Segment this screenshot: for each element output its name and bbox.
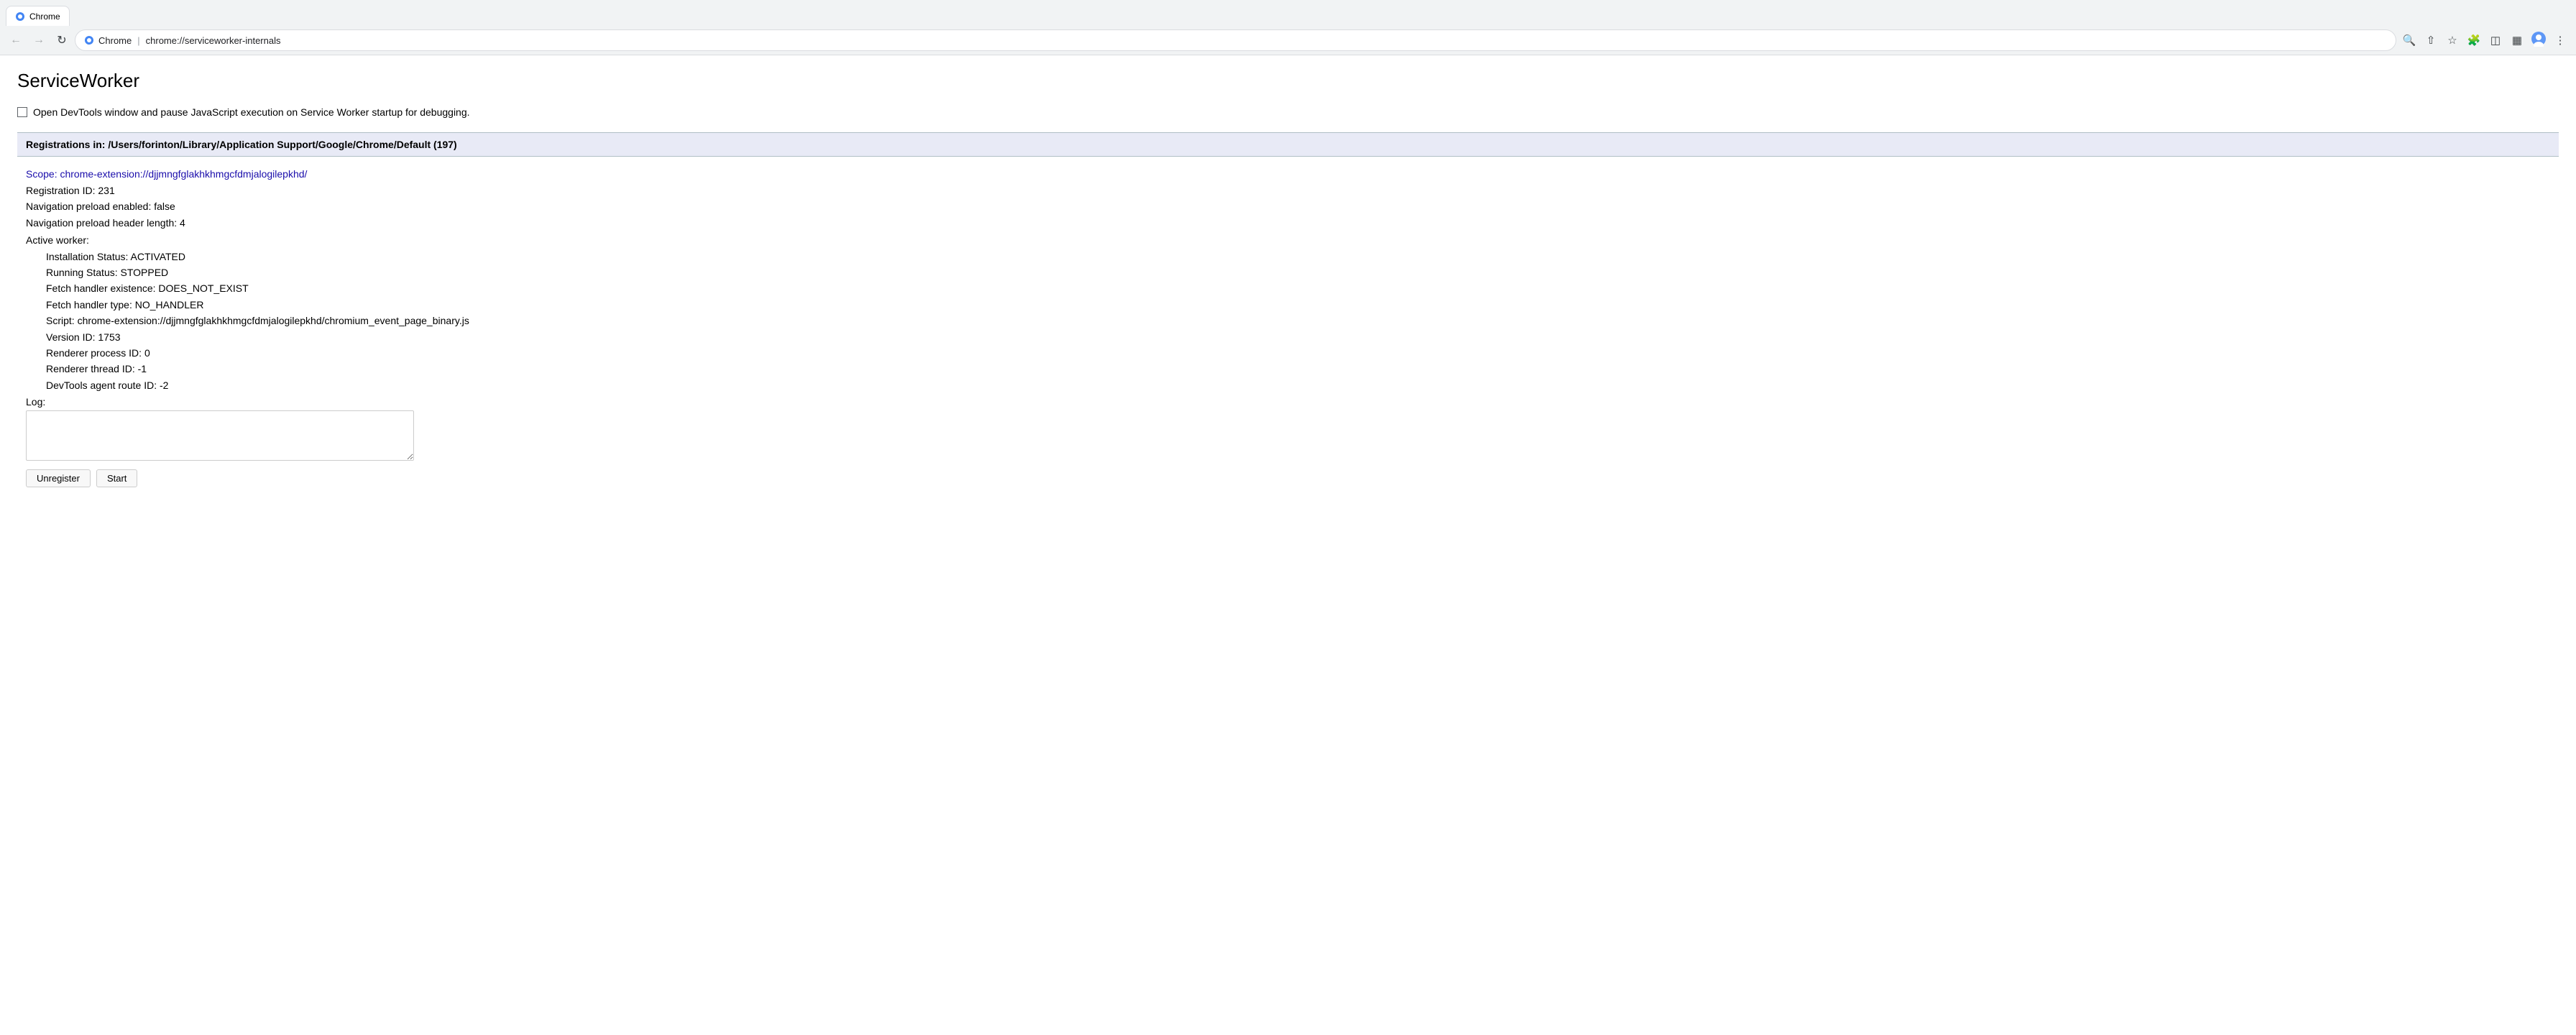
address-bar[interactable]: Chrome | chrome://serviceworker-internal… — [75, 29, 2396, 51]
window-button[interactable]: ▦ — [2507, 30, 2527, 50]
nav-preload-enabled-line: Navigation preload enabled: false — [26, 198, 2550, 214]
profile-icon — [2531, 31, 2547, 50]
cast-icon: ◫ — [2490, 34, 2501, 47]
active-worker-section: Active worker: Installation Status: ACTI… — [26, 232, 2550, 393]
forward-button[interactable]: → — [29, 30, 49, 50]
running-status-line: Running Status: STOPPED — [46, 264, 2550, 280]
cast-button[interactable]: ◫ — [2485, 30, 2506, 50]
puzzle-icon: 🧩 — [2467, 34, 2481, 47]
log-label: Log: — [26, 396, 2550, 408]
devtools-checkbox-row: Open DevTools window and pause JavaScrip… — [17, 106, 2559, 118]
unregister-button[interactable]: Unregister — [26, 469, 91, 487]
devtools-checkbox[interactable] — [17, 107, 27, 117]
registrations-header: Registrations in: /Users/forinton/Librar… — [17, 132, 2559, 157]
address-site-name: Chrome — [98, 35, 132, 46]
menu-icon: ⋮ — [2555, 34, 2566, 47]
active-worker-label: Active worker: — [26, 232, 2550, 248]
window-icon: ▦ — [2512, 34, 2522, 47]
extensions-button[interactable]: 🧩 — [2464, 30, 2484, 50]
forward-icon: → — [33, 34, 45, 47]
search-button[interactable]: 🔍 — [2399, 30, 2419, 50]
browser-tab[interactable]: Chrome — [6, 6, 70, 26]
registration-id-line: Registration ID: 231 — [26, 183, 2550, 198]
script-line: Script: chrome-extension://djjmngfglakhk… — [46, 313, 2550, 328]
devtools-checkbox-label: Open DevTools window and pause JavaScrip… — [33, 106, 470, 118]
registration-block: Scope: chrome-extension://djjmngfglakhkh… — [17, 168, 2559, 487]
toolbar-right: 🔍 ⇧ ☆ 🧩 ◫ ▦ — [2399, 30, 2570, 50]
back-button[interactable]: ← — [6, 30, 26, 50]
page-content: ServiceWorker Open DevTools window and p… — [0, 55, 2576, 502]
profile-button[interactable] — [2529, 30, 2549, 50]
reload-icon: ↻ — [57, 33, 66, 47]
log-textarea[interactable] — [26, 410, 414, 461]
menu-button[interactable]: ⋮ — [2550, 30, 2570, 50]
fetch-handler-existence-line: Fetch handler existence: DOES_NOT_EXIST — [46, 280, 2550, 296]
renderer-thread-id-line: Renderer thread ID: -1 — [46, 361, 2550, 377]
star-icon: ☆ — [2447, 34, 2457, 47]
reload-button[interactable]: ↻ — [52, 30, 72, 50]
installation-status-line: Installation Status: ACTIVATED — [46, 249, 2550, 264]
fetch-handler-type-line: Fetch handler type: NO_HANDLER — [46, 297, 2550, 313]
navbar: ← → ↻ Chrome | chrome://serviceworker-in… — [0, 26, 2576, 55]
worker-details: Installation Status: ACTIVATED Running S… — [46, 249, 2550, 394]
scope-link[interactable]: Scope: chrome-extension://djjmngfglakhkh… — [26, 168, 2550, 180]
button-row: Unregister Start — [26, 469, 2550, 487]
back-icon: ← — [10, 34, 22, 47]
tab-bar: Chrome — [0, 0, 2576, 26]
search-icon: 🔍 — [2403, 34, 2416, 47]
version-id-line: Version ID: 1753 — [46, 329, 2550, 345]
address-separator: | — [137, 35, 139, 46]
share-icon: ⇧ — [2426, 34, 2436, 47]
address-favicon-icon — [84, 35, 94, 45]
bookmark-button[interactable]: ☆ — [2442, 30, 2462, 50]
browser-chrome: Chrome ← → ↻ Chrome | chrome://servicewo… — [0, 0, 2576, 55]
tab-label: Chrome — [29, 12, 60, 22]
devtools-agent-route-id-line: DevTools agent route ID: -2 — [46, 377, 2550, 393]
address-url: chrome://serviceworker-internals — [146, 35, 281, 46]
page-title: ServiceWorker — [17, 70, 2559, 92]
share-button[interactable]: ⇧ — [2421, 30, 2441, 50]
tab-favicon-icon — [15, 12, 25, 22]
nav-preload-header-length-line: Navigation preload header length: 4 — [26, 215, 2550, 231]
renderer-process-id-line: Renderer process ID: 0 — [46, 345, 2550, 361]
start-button[interactable]: Start — [96, 469, 137, 487]
